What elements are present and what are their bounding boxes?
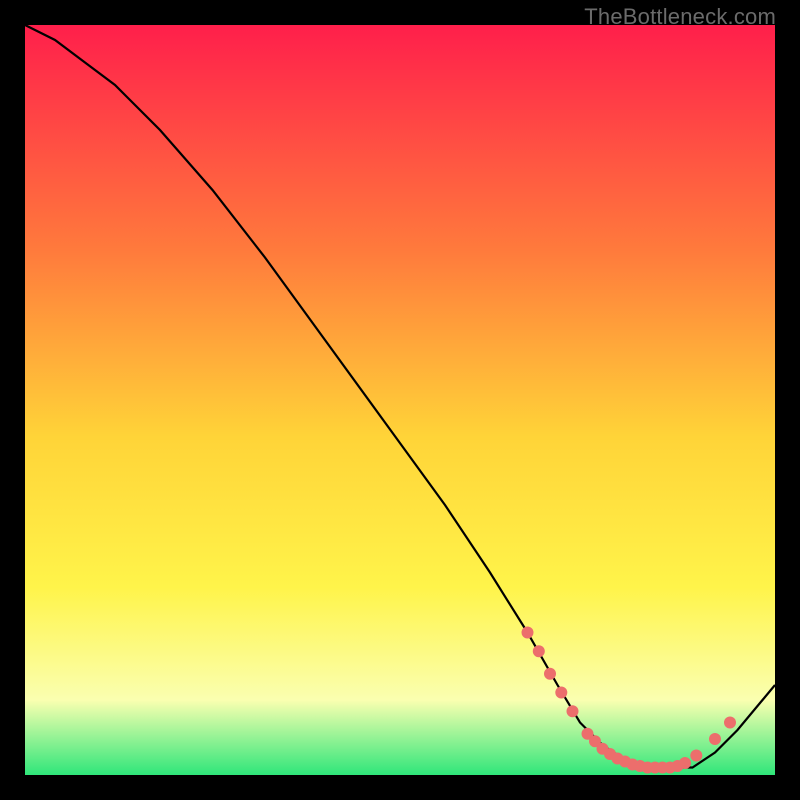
data-point-marker — [690, 750, 702, 762]
chart-frame: TheBottleneck.com — [0, 0, 800, 800]
data-point-marker — [709, 733, 721, 745]
data-point-marker — [544, 668, 556, 680]
gradient-background — [25, 25, 775, 775]
data-point-marker — [679, 757, 691, 769]
data-point-marker — [567, 705, 579, 717]
chart-canvas — [25, 25, 775, 775]
plot-area — [25, 25, 775, 775]
data-point-marker — [724, 717, 736, 729]
data-point-marker — [555, 687, 567, 699]
watermark-text: TheBottleneck.com — [584, 4, 776, 30]
data-point-marker — [522, 627, 534, 639]
data-point-marker — [533, 645, 545, 657]
